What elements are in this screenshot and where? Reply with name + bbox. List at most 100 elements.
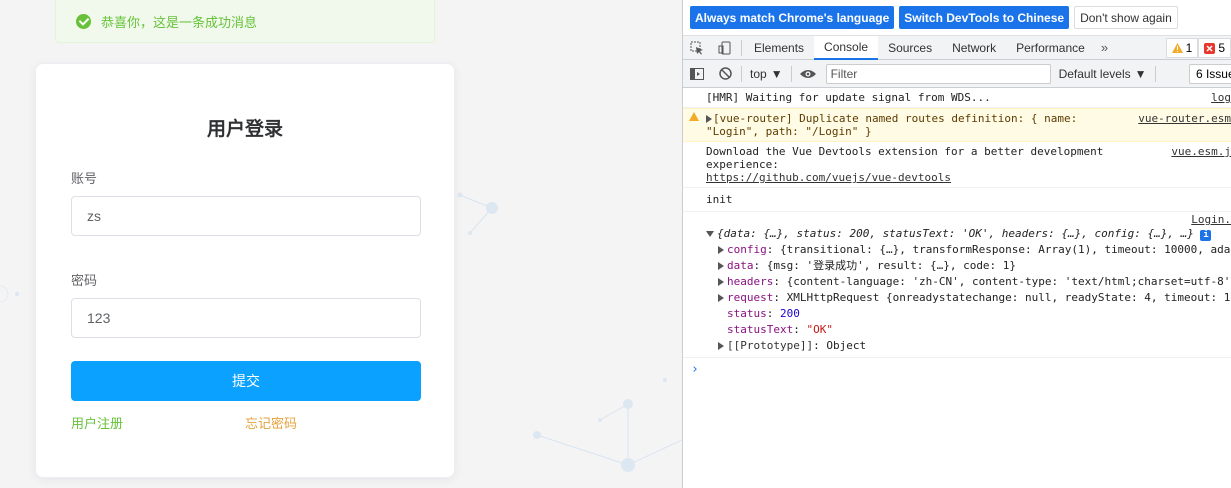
success-check-icon [76,13,91,29]
chevron-down-icon: ▼ [770,66,783,81]
issues-button[interactable]: 6 Issues: [1188,64,1231,84]
console-message-text: init [706,193,733,206]
switch-chinese-button[interactable]: Switch DevTools to Chinese [899,6,1070,29]
object-property-row[interactable]: data: {msg: '登录成功', result: {…}, code: 1… [706,258,1207,274]
console-message: Download the Vue Devtools extension for … [683,142,1231,188]
property-key: headers [727,275,774,288]
account-input[interactable] [71,196,421,236]
filter-input[interactable] [825,63,1051,84]
source-link[interactable]: vue.esm.j [1171,145,1231,158]
object-property-row: statusText: "OK" [727,323,833,336]
devtools-tabbar: Elements Console Sources Network Perform… [683,35,1231,60]
log-levels-dropdown[interactable]: Default levels ▼ [1059,67,1147,81]
warning-icon [689,112,699,121]
expand-triangle-icon[interactable] [718,278,724,286]
console-message-text: [HMR] Waiting for update signal from WDS… [706,91,991,104]
password-input[interactable] [71,298,421,338]
property-value: 200 [780,307,800,320]
source-link[interactable]: vue-router.esm [1138,112,1231,125]
console-message: [HMR] Waiting for update signal from WDS… [683,88,1231,108]
console-prompt[interactable]: › [683,358,1231,377]
object-summary-row[interactable]: {data: {…}, status: 200, statusText: 'OK… [706,226,1212,242]
console-toolbar: top ▼ Default levels ▼ 6 Issues: [683,60,1231,88]
tab-network[interactable]: Network [942,36,1006,60]
object-property-row: status: 200 [727,307,800,320]
property-value: Object [826,339,867,352]
property-key: statusText [727,323,794,336]
console-object-log: Login. {data: {…}, status: 200, statusTe… [683,212,1231,358]
live-expression-eye-icon[interactable] [794,60,822,88]
tab-separator [741,39,742,56]
success-message: 恭喜你，这是一条成功消息 [55,0,435,43]
object-properties: config: {transitional: {…}, transformRes… [706,242,1230,354]
clear-console-icon[interactable] [711,60,739,88]
issue-counters[interactable]: 1 5 [1165,38,1231,58]
context-value: top [750,66,767,81]
device-toolbar-icon[interactable] [711,36,739,60]
property-key: [[Prototype]] [727,339,814,352]
collapse-triangle-icon[interactable] [706,231,714,237]
tab-sources[interactable]: Sources [878,36,942,60]
object-property-row[interactable]: headers: {content-language: 'zh-CN', con… [706,274,1230,290]
console-message: init [683,188,1231,212]
object-property-row[interactable]: request: XMLHttpRequest {onreadystatecha… [706,290,1230,306]
language-infobar: Always match Chrome's language Switch De… [683,0,1231,36]
submit-button[interactable]: 提交 [71,361,421,401]
app-page: 恭喜你，这是一条成功消息 用户登录 账号 密码 提交 用户注册 忘记密码 [0,0,682,488]
expand-triangle-icon[interactable] [718,246,724,254]
error-count: 5 [1218,41,1225,55]
tab-elements[interactable]: Elements [744,36,814,60]
match-language-button[interactable]: Always match Chrome's language [690,6,895,29]
warning-icon [1171,43,1183,53]
toolbar-separator [1154,65,1156,82]
vue-devtools-link[interactable]: https://github.com/vuejs/vue-devtools [706,171,951,184]
account-label: 账号 [71,172,98,187]
source-link[interactable]: log [1211,91,1231,104]
property-key: request [727,291,774,304]
warning-counter[interactable]: 1 [1165,38,1199,58]
error-icon [1204,42,1216,54]
console-warning: [vue-router] Duplicate named routes defi… [683,108,1231,142]
toolbar-separator [790,65,792,82]
sidebar-toggle-icon[interactable] [683,60,711,88]
property-value: {content-language: 'zh-CN', content-type… [786,275,1231,288]
console-output: [HMR] Waiting for update signal from WDS… [683,88,1231,377]
property-key: config [727,243,767,256]
info-icon: i [1200,230,1212,241]
property-value: {msg: '登录成功', result: {…}, code: 1} [766,259,1017,272]
forgot-password-link[interactable]: 忘记密码 [245,413,297,432]
prompt-chevron-icon: › [691,362,699,377]
login-card: 用户登录 账号 密码 提交 用户注册 忘记密码 [35,63,455,478]
expand-triangle-icon[interactable] [706,115,712,123]
tab-performance[interactable]: Performance [1006,36,1095,60]
object-property-row[interactable]: config: {transitional: {…}, transformRes… [706,242,1230,258]
property-value: {transitional: {…}, transformResponse: A… [780,243,1231,256]
tab-console[interactable]: Console [814,35,879,60]
devtools-panel: Always match Chrome's language Switch De… [682,0,1231,488]
object-property-row[interactable]: [[Prototype]]: Object [706,338,1207,354]
property-value: "OK" [806,323,833,336]
toolbar-separator [741,65,742,82]
expand-triangle-icon[interactable] [718,342,724,350]
property-key: status [727,307,767,320]
source-link[interactable]: Login. [1191,213,1231,226]
error-counter[interactable]: 5 [1198,38,1231,58]
console-message-text: [vue-router] Duplicate named routes defi… [706,112,1078,138]
object-summary: {data: {…}, status: 200, statusText: 'OK… [717,227,1194,240]
expand-triangle-icon[interactable] [718,294,724,302]
password-label: 密码 [71,274,98,289]
chevron-down-icon: ▼ [1134,66,1147,81]
context-selector[interactable]: top ▼ [744,67,789,81]
login-title: 用户登录 [206,118,283,140]
inspect-element-icon[interactable] [683,36,711,60]
property-value: XMLHttpRequest {onreadystatechange: null… [786,291,1231,304]
warning-count: 1 [1185,41,1193,55]
property-key: data [727,259,754,272]
dont-show-again-button[interactable]: Don't show again [1074,6,1178,29]
console-message-text: Download the Vue Devtools extension for … [706,145,1104,171]
expand-triangle-icon[interactable] [718,262,724,270]
register-link[interactable]: 用户注册 [71,413,123,432]
success-message-text: 恭喜你，这是一条成功消息 [101,15,258,31]
more-tabs-icon[interactable]: » [1095,40,1114,55]
log-levels-label: Default levels [1058,66,1131,81]
